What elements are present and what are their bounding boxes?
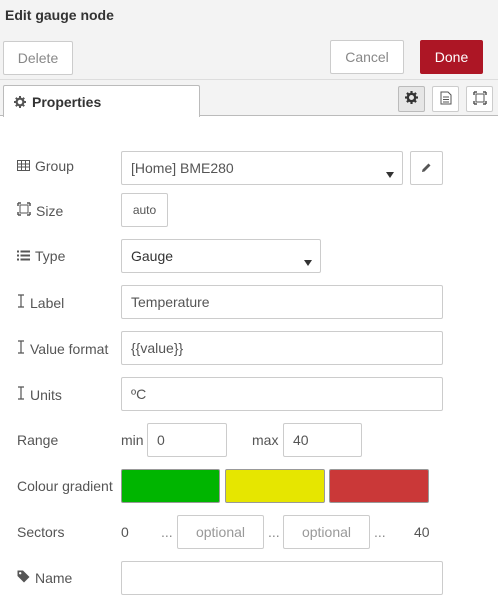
type-select[interactable]: Gauge bbox=[121, 239, 321, 273]
range-label: Range bbox=[17, 432, 59, 448]
value-format-input[interactable]: {{value}} bbox=[121, 331, 443, 365]
colour-swatch-1[interactable] bbox=[121, 469, 220, 503]
appearance-tab-button[interactable] bbox=[466, 86, 493, 112]
range-min-value: 0 bbox=[157, 432, 165, 448]
name-label-text: Name bbox=[35, 570, 73, 586]
description-tab-button[interactable] bbox=[432, 86, 459, 112]
edit-group-button[interactable] bbox=[410, 151, 443, 185]
table-icon bbox=[17, 158, 30, 174]
sector-1-placeholder: optional bbox=[195, 524, 246, 540]
label-input-value: Temperature bbox=[131, 294, 210, 310]
type-select-value: Gauge bbox=[131, 248, 174, 264]
label-label-text: Label bbox=[30, 294, 65, 311]
properties-form: Group [Home] BME280 Size auto Type Gauge… bbox=[0, 117, 498, 600]
text-cursor-icon bbox=[17, 386, 25, 403]
gear-icon bbox=[405, 91, 418, 107]
group-select[interactable]: [Home] BME280 bbox=[121, 151, 403, 185]
units-label-text: Units bbox=[30, 386, 62, 403]
range-min-input[interactable]: 0 bbox=[147, 423, 227, 457]
units-input[interactable]: ºC bbox=[121, 377, 443, 411]
sector-2-input[interactable]: optional bbox=[283, 515, 370, 549]
sectors-dots-2: ... bbox=[268, 524, 280, 540]
sectors-dots-3: ... bbox=[374, 524, 386, 540]
sectors-dots-1: ... bbox=[161, 524, 173, 540]
range-max-value: 40 bbox=[293, 432, 309, 448]
label-input[interactable]: Temperature bbox=[121, 285, 443, 319]
delete-button[interactable]: Delete bbox=[3, 41, 73, 75]
label-label: Label bbox=[17, 294, 64, 311]
value-format-input-value: {{value}} bbox=[131, 340, 184, 356]
units-label: Units bbox=[17, 386, 62, 403]
sectors-start: 0 bbox=[121, 524, 129, 540]
units-input-value: ºC bbox=[131, 386, 147, 402]
pencil-icon bbox=[421, 160, 432, 176]
group-select-value: [Home] BME280 bbox=[131, 160, 234, 176]
chevron-down-icon bbox=[304, 253, 312, 269]
type-label: Type bbox=[17, 248, 65, 264]
tab-properties-label: Properties bbox=[32, 93, 102, 110]
gear-icon bbox=[14, 95, 26, 108]
resize-icon bbox=[17, 202, 31, 219]
colour-swatch-3[interactable] bbox=[329, 469, 429, 503]
value-format-label-text: Value format bbox=[30, 340, 109, 357]
tag-icon bbox=[17, 570, 30, 586]
type-label-text: Type bbox=[35, 248, 66, 264]
range-min-label: min bbox=[121, 432, 144, 448]
size-button[interactable]: auto bbox=[121, 193, 168, 227]
group-label: Group bbox=[17, 158, 74, 174]
text-cursor-icon bbox=[17, 294, 25, 311]
document-icon bbox=[440, 91, 452, 108]
size-label: Size bbox=[17, 202, 63, 219]
sector-1-input[interactable]: optional bbox=[177, 515, 264, 549]
name-label: Name bbox=[17, 570, 72, 586]
value-format-label: Value format bbox=[17, 340, 108, 357]
text-cursor-icon bbox=[17, 340, 25, 357]
name-input[interactable] bbox=[121, 561, 443, 595]
chevron-down-icon bbox=[386, 165, 394, 181]
tab-properties[interactable]: Properties bbox=[3, 85, 200, 117]
settings-tab-button[interactable] bbox=[398, 86, 425, 112]
size-label-text: Size bbox=[36, 202, 64, 219]
colour-gradient-label: Colour gradient bbox=[17, 478, 113, 494]
group-label-text: Group bbox=[35, 158, 74, 174]
list-icon bbox=[17, 248, 30, 264]
range-max-label: max bbox=[252, 432, 279, 448]
cancel-button[interactable]: Cancel bbox=[330, 40, 404, 74]
frame-icon bbox=[472, 90, 487, 108]
colour-swatch-2[interactable] bbox=[225, 469, 325, 503]
done-button[interactable]: Done bbox=[420, 40, 483, 74]
sector-2-placeholder: optional bbox=[301, 524, 352, 540]
dialog-header: Edit gauge node Delete Cancel Done bbox=[0, 0, 498, 80]
sectors-end: 40 bbox=[414, 524, 430, 540]
range-max-input[interactable]: 40 bbox=[283, 423, 362, 457]
dialog-title: Edit gauge node bbox=[5, 7, 114, 23]
sectors-label: Sectors bbox=[17, 524, 65, 540]
